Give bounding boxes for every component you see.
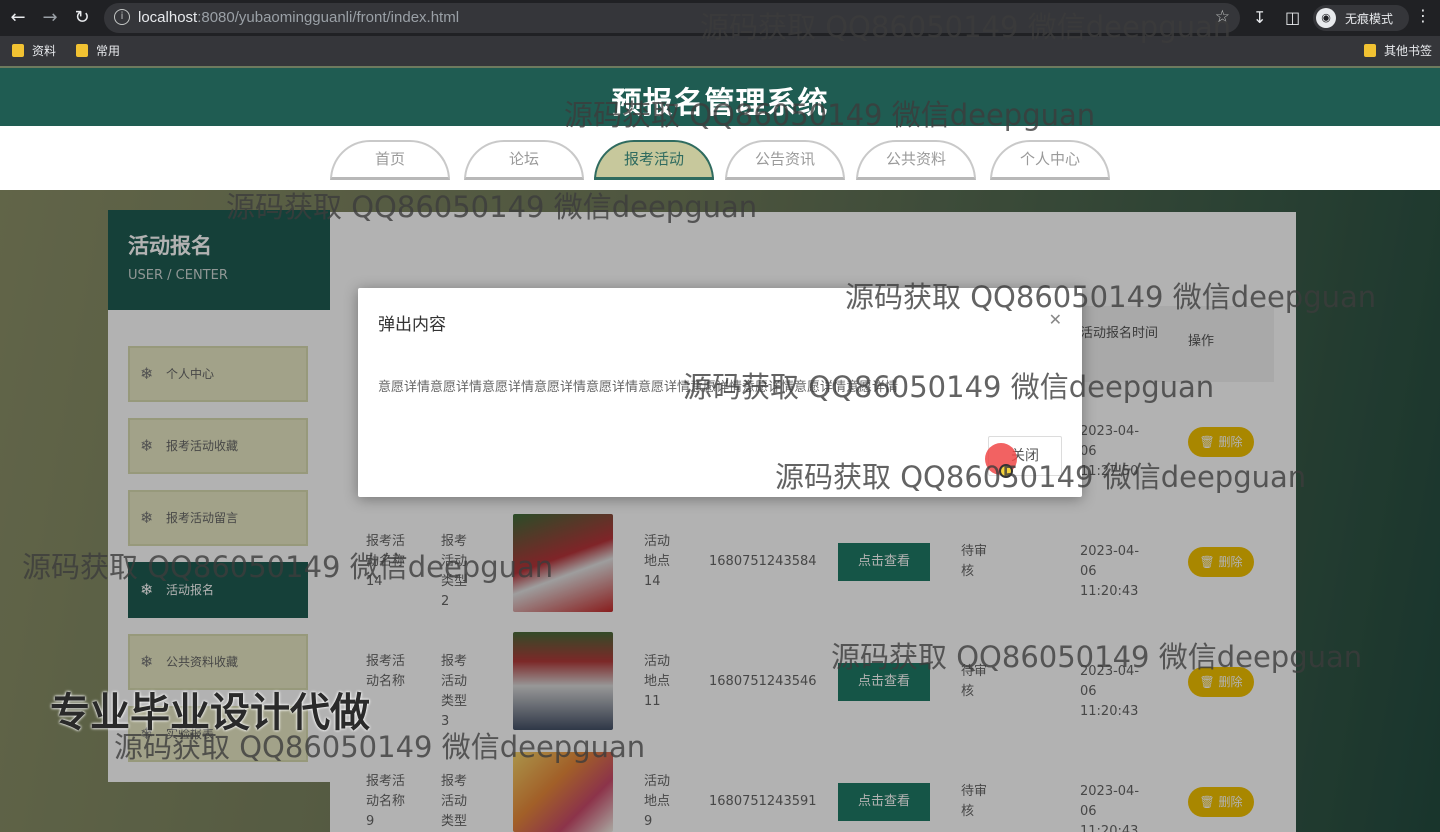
download-icon[interactable]: ↧: [1253, 6, 1266, 30]
watermark: 源码获取 QQ86050149 微信deepguan: [831, 640, 1363, 674]
dialog-title: 弹出内容: [378, 315, 446, 335]
watermark: 源码获取 QQ86050149 微信deepguan: [22, 550, 554, 584]
incognito-indicator[interactable]: ◉ 无痕模式: [1313, 5, 1409, 31]
reload-icon[interactable]: ↻: [70, 6, 94, 30]
nav-tab-exam-activity[interactable]: 报考活动: [594, 140, 714, 180]
bookmark-folder[interactable]: 常用: [76, 42, 120, 60]
nav-tab-home[interactable]: 首页: [330, 140, 450, 180]
menu-icon[interactable]: ⋮: [1415, 6, 1431, 25]
url-text: localhost:8080/yubaomingguanli/front/ind…: [138, 9, 460, 26]
other-bookmarks[interactable]: 其他书签: [1364, 42, 1432, 60]
promo-watermark: 专业毕业设计代做: [50, 690, 370, 736]
incognito-label: 无痕模式: [1345, 12, 1394, 26]
folder-icon: [76, 44, 88, 57]
nav-tab-news[interactable]: 公告资讯: [725, 140, 845, 180]
watermark: 源码获取 QQ86050149 微信deepguan: [683, 370, 1215, 404]
watermark: 源码获取 QQ86050149 微信deepguan: [775, 460, 1307, 494]
main-nav: 首页 论坛 报考活动 公告资讯 公共资料 个人中心: [0, 126, 1440, 190]
nav-tab-public-materials[interactable]: 公共资料: [856, 140, 976, 180]
watermark: 源码获取 QQ86050149 微信deepguan: [226, 190, 758, 224]
watermark: 源码获取 QQ86050149 微信deepguan: [700, 10, 1232, 44]
folder-icon: [1364, 44, 1376, 57]
folder-icon: [12, 44, 24, 57]
nav-tab-profile[interactable]: 个人中心: [990, 140, 1110, 180]
nav-tab-forum[interactable]: 论坛: [464, 140, 584, 180]
back-icon[interactable]: ←: [6, 6, 30, 30]
side-panel-icon[interactable]: ◫: [1285, 6, 1300, 30]
bookmark-folder[interactable]: 资料: [12, 42, 56, 60]
forward-icon[interactable]: →: [38, 6, 62, 30]
watermark: 源码获取 QQ86050149 微信deepguan: [564, 98, 1096, 132]
incognito-icon: ◉: [1316, 8, 1336, 28]
site-info-icon[interactable]: i: [114, 9, 130, 25]
watermark: 源码获取 QQ86050149 微信deepguan: [845, 280, 1377, 314]
